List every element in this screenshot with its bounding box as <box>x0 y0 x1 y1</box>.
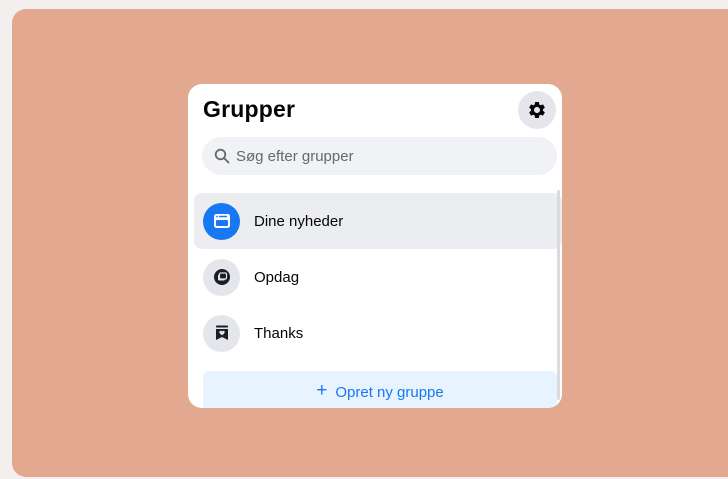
search-input[interactable] <box>236 147 536 165</box>
nav-item-thanks[interactable]: Thanks <box>194 305 562 361</box>
nav-item-label: Opdag <box>254 268 300 286</box>
scrollbar[interactable] <box>557 190 560 400</box>
nav-item-label: Thanks <box>254 324 304 342</box>
discover-icon <box>203 258 240 296</box>
bookmark-heart-icon <box>203 314 240 352</box>
panel-title: Grupper <box>203 96 296 122</box>
nav-item-dine-nyheder[interactable]: Dine nyheder <box>194 193 562 249</box>
search-bar[interactable] <box>202 137 557 175</box>
settings-button[interactable] <box>518 91 556 129</box>
gear-icon <box>527 100 547 120</box>
create-group-label: Opret ny gruppe <box>335 383 444 401</box>
nav-item-opdag[interactable]: Opdag <box>194 249 562 305</box>
groups-panel: Grupper Dine nyheder <box>188 84 562 408</box>
feed-icon <box>203 202 240 240</box>
search-icon <box>214 148 230 164</box>
create-group-button[interactable]: + Opret ny gruppe <box>203 371 557 408</box>
plus-icon: + <box>316 380 328 401</box>
nav-item-label: Dine nyheder <box>254 212 344 230</box>
